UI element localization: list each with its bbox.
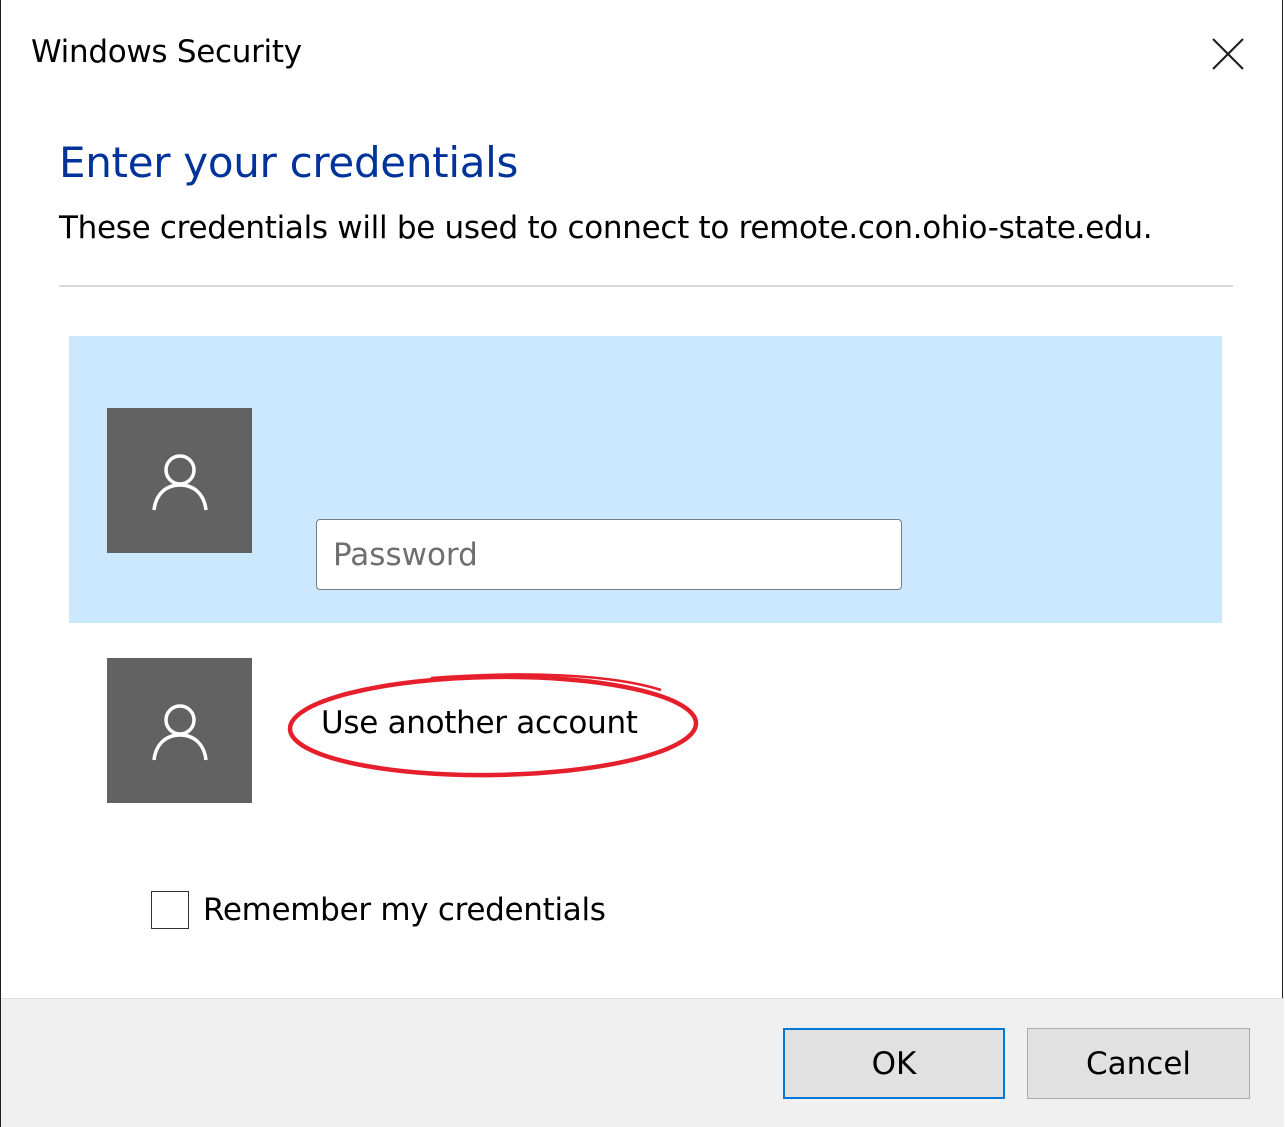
remember-label: Remember my credentials (203, 892, 606, 928)
close-icon (1212, 38, 1244, 70)
cancel-button[interactable]: Cancel (1027, 1028, 1250, 1099)
user-icon (151, 453, 208, 510)
page-title: Enter your credentials (59, 138, 519, 187)
windows-security-dialog: Windows Security Enter your credentials … (0, 0, 1284, 1127)
avatar (107, 408, 252, 553)
ok-button[interactable]: OK (783, 1028, 1005, 1099)
remember-credentials-option[interactable]: Remember my credentials (151, 891, 606, 929)
remember-checkbox[interactable] (151, 891, 189, 929)
window-title: Windows Security (31, 34, 302, 70)
divider (59, 285, 1233, 287)
close-button[interactable] (1208, 34, 1248, 74)
password-field[interactable] (316, 519, 902, 590)
avatar (107, 658, 252, 803)
connection-description: These credentials will be used to connec… (59, 210, 1153, 246)
user-icon (151, 703, 208, 760)
use-another-account-link[interactable]: Use another account (321, 705, 638, 741)
